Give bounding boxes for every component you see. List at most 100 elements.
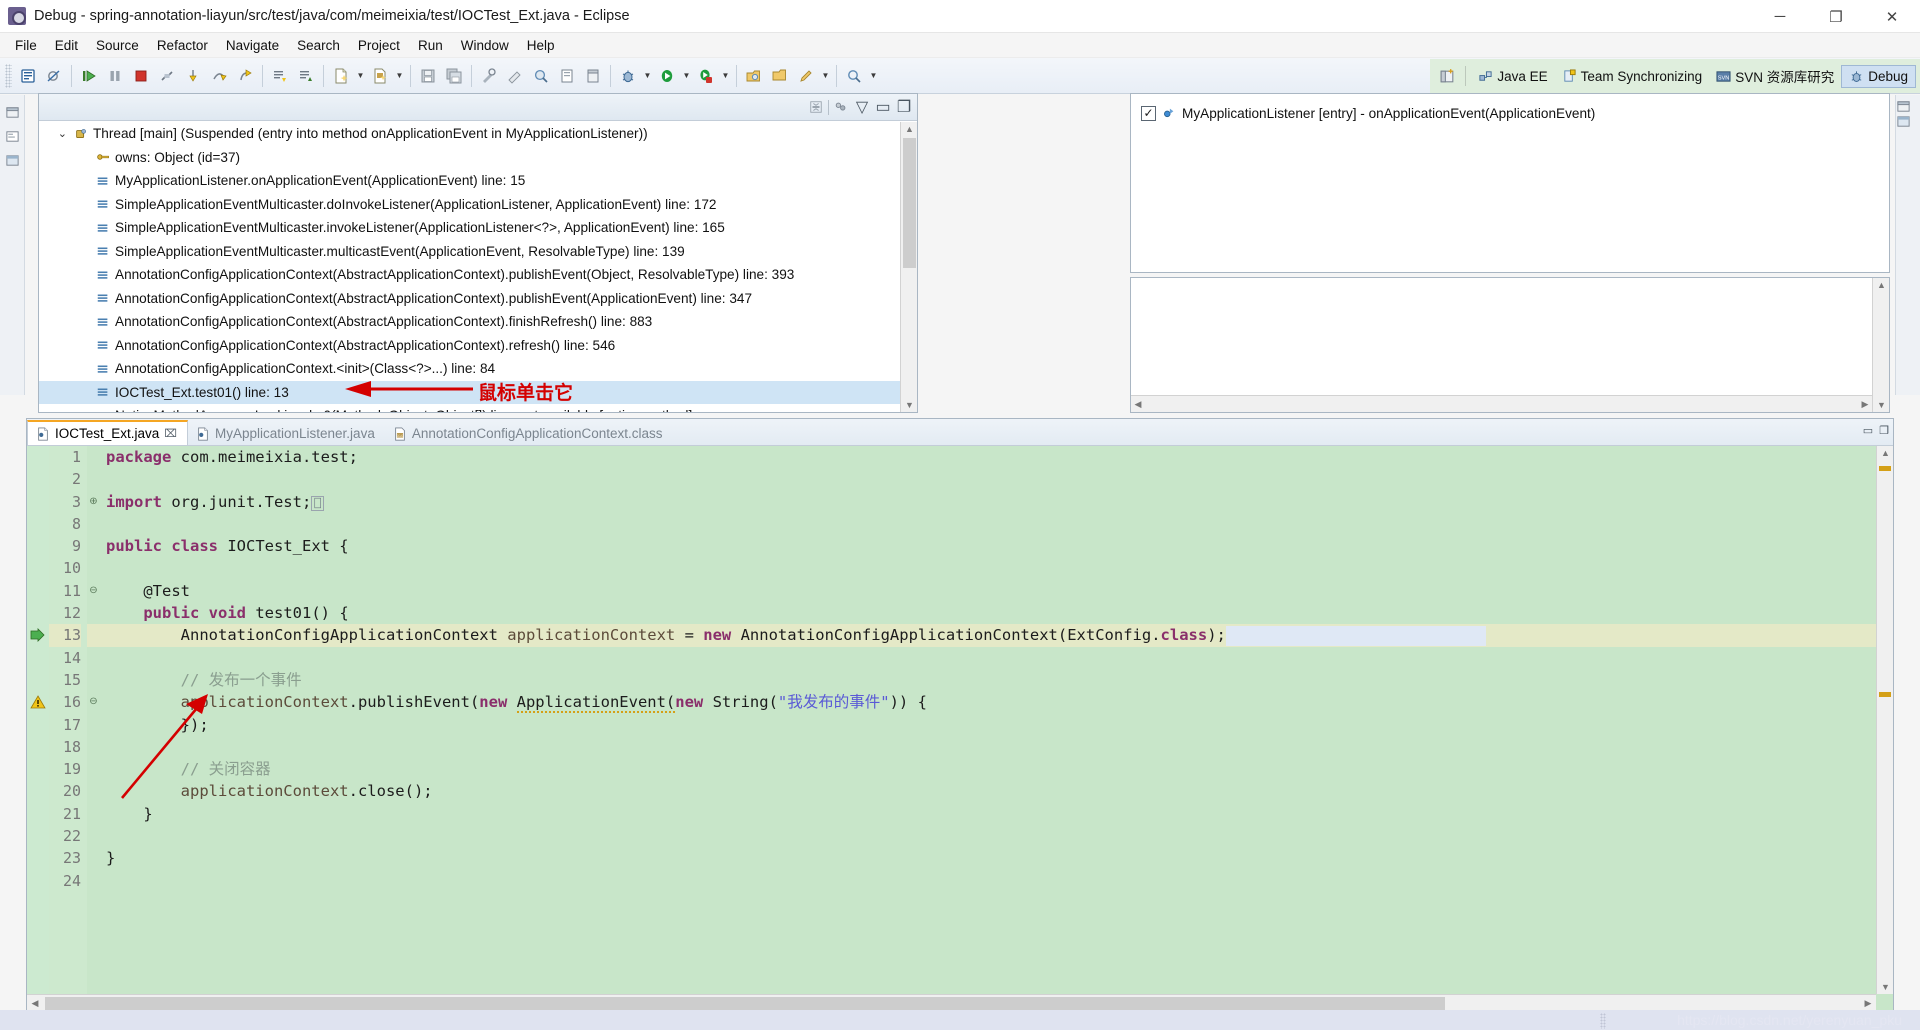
debug-vertical-scrollbar[interactable]: ▲ ▼ xyxy=(900,122,917,412)
last-edit-icon[interactable] xyxy=(794,64,818,88)
fold-collapse-icon[interactable]: ⊖ xyxy=(87,580,100,602)
menu-file[interactable]: File xyxy=(6,36,46,55)
stack-frame-row[interactable]: AnnotationConfigApplicationContext.<init… xyxy=(39,357,917,381)
outline-view-icon[interactable] xyxy=(2,150,23,171)
step-over-icon[interactable] xyxy=(207,64,231,88)
editor-tab-ioctest-ext-java[interactable]: IOCTest_Ext.java ⌧ xyxy=(27,420,188,445)
detail-vertical-scrollbar[interactable]: ▲ ▼ xyxy=(1872,278,1889,412)
toolbar-grip[interactable] xyxy=(5,63,12,88)
view-menu-icon[interactable]: ▽ xyxy=(853,98,871,116)
menu-refactor[interactable]: Refactor xyxy=(148,36,217,55)
code-line[interactable] xyxy=(100,557,1893,579)
new-java-class-dropdown-icon[interactable]: ▼ xyxy=(393,64,406,88)
search-dropdown-icon[interactable]: ▼ xyxy=(867,64,880,88)
maximize-icon[interactable]: ❐ xyxy=(1879,424,1889,437)
menu-help[interactable]: Help xyxy=(518,36,564,55)
code-line[interactable]: // 关闭容器 xyxy=(100,758,1893,780)
overview-warning-marker[interactable] xyxy=(1879,466,1891,471)
skip-breakpoints-icon[interactable] xyxy=(42,64,66,88)
detail-horizontal-scrollbar[interactable]: ◀ ▶ xyxy=(1131,395,1872,412)
scroll-down-icon[interactable]: ▼ xyxy=(901,398,918,412)
step-into-icon[interactable] xyxy=(181,64,205,88)
code-line[interactable] xyxy=(100,468,1893,490)
new-perspective-icon[interactable] xyxy=(1434,63,1460,89)
scroll-down-icon[interactable]: ▼ xyxy=(1877,980,1894,994)
editor-horizontal-scrollbar[interactable]: ◀ ▶ xyxy=(27,994,1876,1011)
code-line[interactable] xyxy=(100,513,1893,535)
stack-frame-row[interactable]: SimpleApplicationEventMulticaster.invoke… xyxy=(39,216,917,240)
step-return-icon[interactable] xyxy=(233,64,257,88)
disconnect-icon[interactable] xyxy=(155,64,179,88)
external-tools-icon[interactable] xyxy=(742,64,766,88)
search-icon[interactable] xyxy=(842,64,866,88)
expand-chevron-icon[interactable]: ⌄ xyxy=(39,127,73,140)
editor-vertical-scrollbar[interactable]: ▲ ▼ xyxy=(1876,446,1893,994)
menu-search[interactable]: Search xyxy=(288,36,349,55)
coverage-dropdown-icon[interactable]: ▼ xyxy=(719,64,732,88)
code-line[interactable]: }); xyxy=(100,714,1893,736)
outline-right-icon[interactable] xyxy=(1896,114,1920,129)
folding-ruler[interactable]: ⊕ ⊖ ⊖ xyxy=(87,446,100,1011)
maximize-icon[interactable]: ❐ xyxy=(895,98,913,116)
clean-icon[interactable] xyxy=(477,64,501,88)
stack-frame-row[interactable]: ⌄ Thread [main] (Suspended (entry into me… xyxy=(39,122,917,146)
resume-icon[interactable] xyxy=(77,64,101,88)
code-line[interactable]: } xyxy=(100,847,1893,869)
stack-frame-row[interactable]: owns: Object (id=37) xyxy=(39,146,917,170)
last-edit-dropdown-icon[interactable]: ▼ xyxy=(819,64,832,88)
stack-frame-row[interactable]: AnnotationConfigApplicationContext(Abstr… xyxy=(39,334,917,358)
run-dropdown-icon[interactable]: ▼ xyxy=(680,64,693,88)
editor-tab-myapplicationlistener-java[interactable]: MyApplicationListener.java xyxy=(188,422,385,445)
collapse-all-icon[interactable] xyxy=(807,98,825,116)
code-line[interactable]: applicationContext.close(); xyxy=(100,780,1893,802)
new-wizard-dropdown-icon[interactable]: ▼ xyxy=(354,64,367,88)
stack-frame-row[interactable]: AnnotationConfigApplicationContext(Abstr… xyxy=(39,263,917,287)
stack-frame-row[interactable]: NativeMethodAccessorImpl.invoke0(Method,… xyxy=(39,404,917,412)
open-view-icon[interactable] xyxy=(581,64,605,88)
debug-stack-list[interactable]: ⌄ Thread [main] (Suspended (entry into me… xyxy=(39,122,917,412)
current-instruction-pointer-icon[interactable] xyxy=(27,624,49,646)
package-explorer-icon[interactable] xyxy=(2,126,23,147)
overview-warning-marker[interactable] xyxy=(1879,692,1891,697)
perspective-svn-icon[interactable]: SVN SVN 资源库研究 xyxy=(1709,63,1841,89)
editor-h-scroll-thumb[interactable] xyxy=(45,997,1445,1010)
terminate-icon[interactable] xyxy=(129,64,153,88)
code-line[interactable]: package com.meimeixia.test; xyxy=(100,446,1893,468)
stack-frame-row[interactable]: AnnotationConfigApplicationContext(Abstr… xyxy=(39,310,917,334)
open-perspective-icon[interactable] xyxy=(768,64,792,88)
open-task-icon[interactable] xyxy=(555,64,579,88)
save-all-icon[interactable] xyxy=(442,64,466,88)
code-line[interactable]: @Test xyxy=(100,580,1893,602)
code-line[interactable]: // 发布一个事件 xyxy=(100,669,1893,691)
breakpoint-row[interactable]: ✓ MyApplicationListener [entry] - onAppli… xyxy=(1131,100,1889,126)
code-line[interactable]: applicationContext.publishEvent(new Appl… xyxy=(100,691,1893,714)
code-line[interactable] xyxy=(100,825,1893,847)
suspend-icon[interactable] xyxy=(103,64,127,88)
code-line[interactable]: public class IOCTest_Ext { xyxy=(100,535,1893,557)
menu-edit[interactable]: Edit xyxy=(46,36,87,55)
marker-ruler[interactable] xyxy=(27,446,49,1011)
build-icon[interactable] xyxy=(503,64,527,88)
code-line[interactable]: AnnotationConfigApplicationContext appli… xyxy=(100,624,1893,647)
perspective-team-sync-icon[interactable]: Team Synchronizing xyxy=(1555,66,1710,87)
scroll-right-icon[interactable]: ▶ xyxy=(1858,396,1872,413)
fold-expand-icon[interactable]: ⊕ xyxy=(87,491,100,513)
debug-scroll-thumb[interactable] xyxy=(903,138,916,268)
editor-tab-annotationconfigapplicationcontext-class[interactable]: 010 AnnotationConfigApplicationContext.cl… xyxy=(385,422,673,445)
stack-frame-row[interactable]: SimpleApplicationEventMulticaster.doInvo… xyxy=(39,193,917,217)
code-line[interactable]: public void test01() { xyxy=(100,602,1893,624)
code-line[interactable]: } xyxy=(100,803,1893,825)
menu-project[interactable]: Project xyxy=(349,36,409,55)
editor-tab-close-icon[interactable]: ⌧ xyxy=(164,427,177,440)
scroll-up-icon[interactable]: ▲ xyxy=(901,122,918,136)
open-type-icon[interactable] xyxy=(529,64,553,88)
prev-annotation-icon[interactable] xyxy=(294,64,318,88)
run-icon[interactable] xyxy=(655,64,679,88)
scroll-left-icon[interactable]: ◀ xyxy=(1131,396,1145,413)
menu-run[interactable]: Run xyxy=(409,36,452,55)
menu-navigate[interactable]: Navigate xyxy=(217,36,288,55)
debug-icon[interactable] xyxy=(616,64,640,88)
perspective-java-ee-icon[interactable]: Java EE xyxy=(1471,66,1554,87)
minimize-button[interactable]: ─ xyxy=(1752,0,1808,33)
scroll-up-icon[interactable]: ▲ xyxy=(1873,278,1890,292)
